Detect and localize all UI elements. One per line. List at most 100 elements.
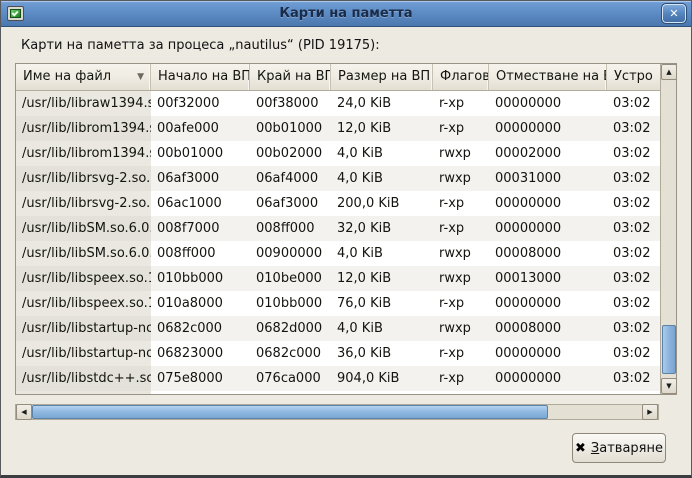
cell-flags: rwxp xyxy=(433,266,489,291)
cell-vm-offset: 00000000 xyxy=(489,191,607,216)
cell-vm-start: 00b01000 xyxy=(151,141,250,166)
scroll-left-button[interactable]: ◀ xyxy=(16,404,32,420)
cell-device: 03:02 xyxy=(607,366,660,391)
cell-flags: r-xp xyxy=(433,366,489,391)
titlebar[interactable]: Карти на паметта ✕ xyxy=(1,1,691,27)
table-row[interactable]: /usr/lib/libstdc++.so.075e8000076ca00090… xyxy=(16,366,660,391)
cell-vm-size: 32,0 KiB xyxy=(331,216,433,241)
cell-vm-size: 4,0 KiB xyxy=(331,141,433,166)
cell-vm-offset: 00008000 xyxy=(489,316,607,341)
table-row[interactable]: /usr/lib/libSM.so.6.0.0008f7000008ff0003… xyxy=(16,216,660,241)
cell-vm-end: 0682c000 xyxy=(250,341,331,366)
column-header-filename[interactable]: Име на файл ▼ xyxy=(16,64,151,90)
cell-vm-offset: 00002000 xyxy=(489,141,607,166)
cell-vm-end: 00900000 xyxy=(250,241,331,266)
cell-vm-size: 4,0 KiB xyxy=(331,316,433,341)
vertical-scrollbar-thumb[interactable] xyxy=(662,325,676,374)
cell-filename: /usr/lib/libstartup-not xyxy=(16,316,151,341)
arrow-right-icon: ▶ xyxy=(647,408,652,416)
cell-vm-start: 00afe000 xyxy=(151,116,250,141)
close-icon: ✕ xyxy=(669,7,678,20)
cell-device: 03:02 xyxy=(607,291,660,316)
cell-device: 03:02 xyxy=(607,341,660,366)
cell-flags: r-xp xyxy=(433,91,489,116)
cell-device: 03:02 xyxy=(607,316,660,341)
cell-vm-end: 008ff000 xyxy=(250,216,331,241)
table-row[interactable]: /usr/lib/libspeex.so.1010bb000010be00012… xyxy=(16,266,660,291)
cell-flags: rwxp xyxy=(433,316,489,341)
cell-filename: /usr/lib/libSM.so.6.0.0 xyxy=(16,241,151,266)
cell-vm-size: 12,0 KiB xyxy=(331,266,433,291)
cell-filename: /usr/lib/libstartup-not xyxy=(16,341,151,366)
cell-filename: /usr/lib/librom1394.so xyxy=(16,141,151,166)
cell-device: 03:02 xyxy=(607,216,660,241)
cell-device: 03:02 xyxy=(607,241,660,266)
cell-vm-end: 00b01000 xyxy=(250,116,331,141)
cell-vm-end: 06af3000 xyxy=(250,191,331,216)
table-body: /usr/lib/libraw1394.so00f3200000f3800024… xyxy=(16,91,660,394)
cell-vm-size: 36,0 KiB xyxy=(331,341,433,366)
cell-vm-end: 00b02000 xyxy=(250,141,331,166)
column-header-flags[interactable]: Флагове xyxy=(433,64,489,90)
cell-filename: /usr/lib/librsvg-2.so.2 xyxy=(16,166,151,191)
scroll-right-button[interactable]: ▶ xyxy=(642,404,658,420)
cell-device: 03:02 xyxy=(607,91,660,116)
cell-vm-offset: 00000000 xyxy=(489,366,607,391)
table-row[interactable]: /usr/lib/librom1394.so00b0100000b020004,… xyxy=(16,141,660,166)
cell-vm-offset: 00013000 xyxy=(489,266,607,291)
column-header-vm-size[interactable]: Размер на ВП xyxy=(331,64,433,90)
cell-flags: r-xp xyxy=(433,341,489,366)
cell-vm-start: 008f7000 xyxy=(151,216,250,241)
cell-vm-offset: 00031000 xyxy=(489,166,607,191)
scroll-up-button[interactable]: ▲ xyxy=(661,64,677,80)
column-header-vm-start[interactable]: Начало на ВП xyxy=(151,64,250,90)
sort-descending-icon: ▼ xyxy=(137,64,144,90)
table-row[interactable]: /usr/lib/libspeex.so.1010a8000010bb00076… xyxy=(16,291,660,316)
cell-flags: r-xp xyxy=(433,291,489,316)
horizontal-scrollbar[interactable]: ◀ ▶ xyxy=(15,404,659,420)
window-close-button[interactable]: ✕ xyxy=(662,4,686,23)
vertical-scrollbar[interactable]: ▲ ▼ xyxy=(660,64,676,394)
process-description: Карти на паметта за процеса „nautilus“ (… xyxy=(21,38,380,53)
cell-vm-start: 008ff000 xyxy=(151,241,250,266)
cell-vm-start: 06ac1000 xyxy=(151,191,250,216)
horizontal-scrollbar-thumb[interactable] xyxy=(32,405,548,419)
cell-vm-start: 010a8000 xyxy=(151,291,250,316)
table-row[interactable]: /usr/lib/librsvg-2.so.206ac100006af30002… xyxy=(16,191,660,216)
cell-device: 03:02 xyxy=(607,191,660,216)
cell-vm-size: 200,0 KiB xyxy=(331,191,433,216)
table-row[interactable]: /usr/lib/libstartup-not068230000682c0003… xyxy=(16,341,660,366)
arrow-up-icon: ▲ xyxy=(666,68,671,76)
close-dialog-button[interactable]: ✖ Затваряне xyxy=(572,433,666,463)
column-header-device[interactable]: Устро xyxy=(607,64,660,90)
table-row[interactable]: /usr/lib/librsvg-2.so.206af300006af40004… xyxy=(16,166,660,191)
cell-filename: /usr/lib/librsvg-2.so.2 xyxy=(16,191,151,216)
column-header-vm-offset[interactable]: Отместване на ВП xyxy=(489,64,607,90)
cell-filename: /usr/lib/libstdc++.so. xyxy=(16,366,151,391)
cell-vm-end: 06af4000 xyxy=(250,166,331,191)
cell-flags: rwxp xyxy=(433,241,489,266)
cell-flags: r-xp xyxy=(433,216,489,241)
cell-vm-size: 904,0 KiB xyxy=(331,366,433,391)
cell-device: 03:02 xyxy=(607,266,660,291)
cell-vm-size: 76,0 KiB xyxy=(331,291,433,316)
table-row[interactable]: /usr/lib/libSM.so.6.0.0008ff000009000004… xyxy=(16,241,660,266)
table-row[interactable]: /usr/lib/libstartup-not0682c0000682d0004… xyxy=(16,316,660,341)
cell-vm-start: 06823000 xyxy=(151,341,250,366)
scroll-down-button[interactable]: ▼ xyxy=(661,378,677,394)
cell-vm-size: 12,0 KiB xyxy=(331,116,433,141)
cell-flags: r-xp xyxy=(433,191,489,216)
column-header-vm-end[interactable]: Край на ВП xyxy=(250,64,331,90)
table-header-row: Име на файл ▼ Начало на ВП Край на ВП Ра… xyxy=(16,64,660,91)
cell-flags: rwxp xyxy=(433,166,489,191)
table-row[interactable]: /usr/lib/libraw1394.so00f3200000f3800024… xyxy=(16,91,660,116)
close-button-label: Затваряне xyxy=(591,441,663,456)
cell-vm-end: 00f38000 xyxy=(250,91,331,116)
cell-vm-end: 010bb000 xyxy=(250,291,331,316)
arrow-left-icon: ◀ xyxy=(21,408,26,416)
cell-vm-offset: 00000000 xyxy=(489,116,607,141)
cell-vm-offset: 00000000 xyxy=(489,216,607,241)
cell-device: 03:02 xyxy=(607,166,660,191)
table-row[interactable]: /usr/lib/librom1394.so00afe00000b0100012… xyxy=(16,116,660,141)
close-x-icon: ✖ xyxy=(575,441,586,456)
